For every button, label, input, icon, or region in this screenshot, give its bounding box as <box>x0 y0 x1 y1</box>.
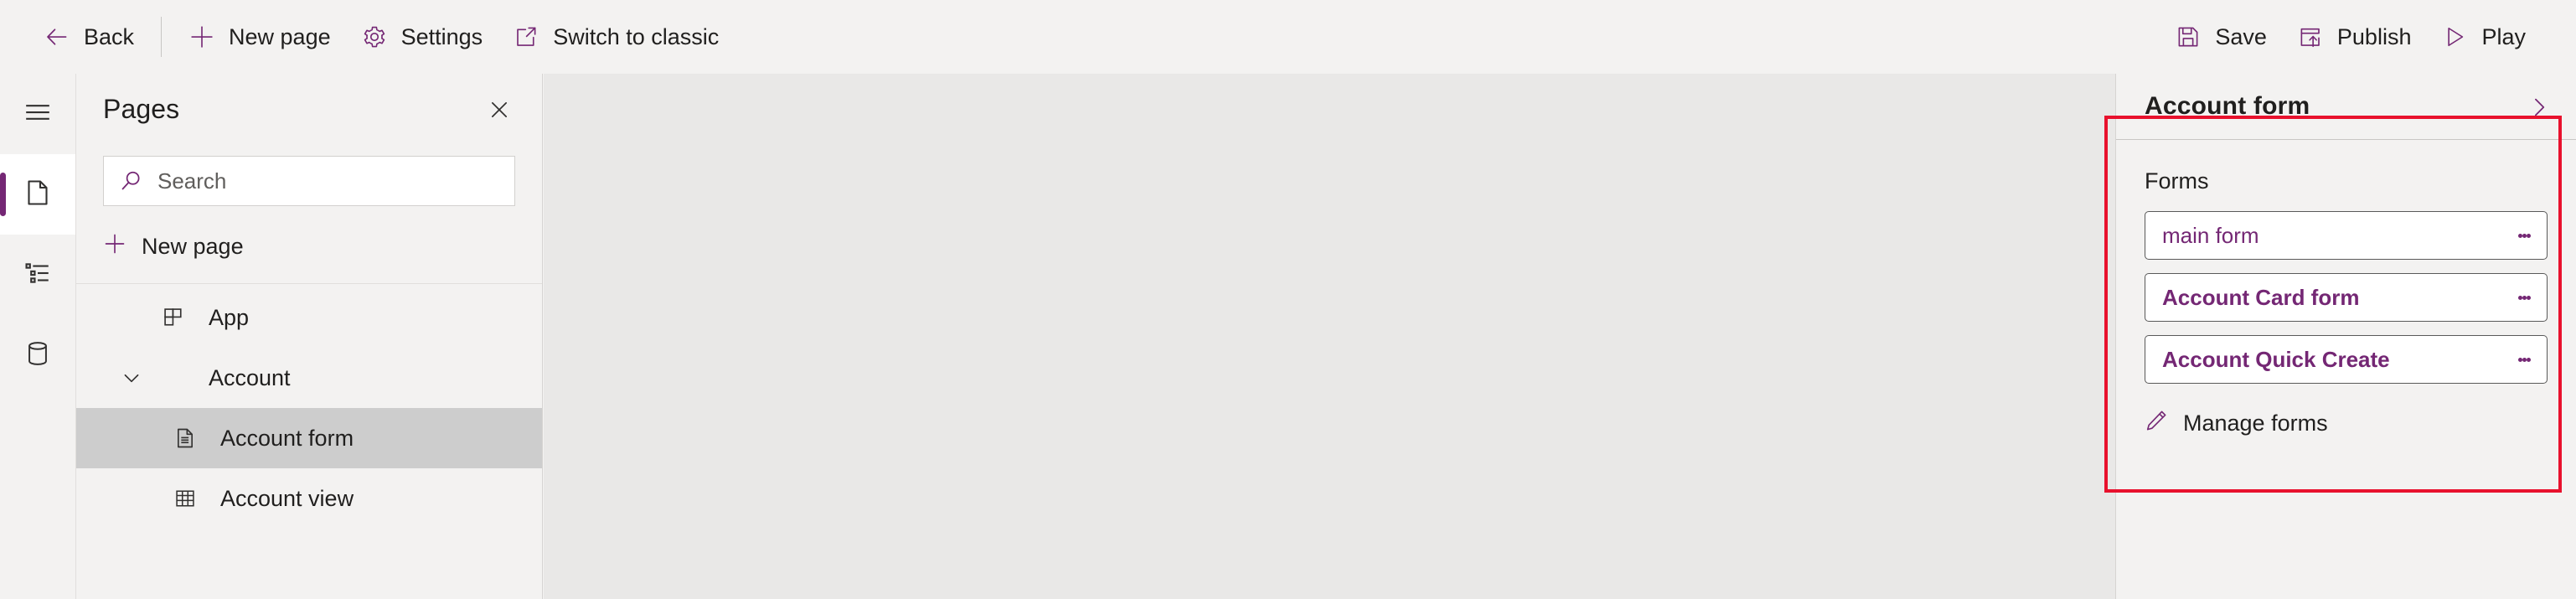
tree-item-account-label: Account <box>209 364 291 390</box>
tree-item-app-label: App <box>209 304 250 330</box>
menu-dot <box>2522 295 2527 300</box>
form-card-label: Account Card form <box>2162 284 2360 310</box>
tree-item-account-form[interactable]: Account form <box>76 408 542 468</box>
menu-dot <box>2526 233 2531 238</box>
properties-panel-header: Account form <box>2116 74 2576 139</box>
tree-item-account-view-label: Account view <box>220 485 354 511</box>
plus-icon <box>188 23 215 50</box>
tree-item-account-view[interactable]: Account view <box>76 468 542 529</box>
new-page-row-label: New page <box>142 233 244 259</box>
arrow-left-icon <box>44 23 70 50</box>
open-in-new-window-icon <box>513 23 539 50</box>
more-vertical-icon[interactable] <box>2505 336 2543 383</box>
switch-to-classic-button-label: Switch to classic <box>553 23 720 49</box>
command-bar: Back New page Settings Switch to classic… <box>0 0 2576 74</box>
publish-button[interactable]: Publish <box>2282 12 2427 62</box>
forms-section-label: Forms <box>2145 168 2209 194</box>
publish-upload-icon <box>2297 23 2324 50</box>
hamburger-menu-icon <box>23 98 52 131</box>
form-card-label: main form <box>2162 222 2259 248</box>
new-page-button-label: New page <box>229 23 331 49</box>
rail-item-menu[interactable] <box>0 74 75 154</box>
form-card-account-card-form[interactable]: Account Card form <box>2145 273 2548 322</box>
publish-button-label: Publish <box>2336 23 2412 49</box>
pages-panel-header: Pages <box>76 74 542 144</box>
form-card-label: Account Quick Create <box>2162 346 2390 372</box>
back-button-label: Back <box>84 23 135 49</box>
properties-panel-body: Forms main form Account Card form Accoun… <box>2116 140 2576 449</box>
pencil-edit-icon <box>2145 409 2168 438</box>
pages-panel: Pages Search New page App Account Accoun… <box>75 74 543 599</box>
pages-panel-title: Pages <box>103 93 180 124</box>
menu-dot <box>2526 295 2531 300</box>
back-button[interactable]: Back <box>28 12 149 62</box>
new-page-row[interactable]: New page <box>76 214 542 278</box>
manage-forms-label: Manage forms <box>2183 410 2328 436</box>
menu-dot <box>2522 233 2527 238</box>
settings-button-label: Settings <box>400 23 483 49</box>
tree-item-app[interactable]: App <box>76 287 542 348</box>
rail-item-pages[interactable] <box>0 154 75 235</box>
search-input[interactable] <box>157 157 514 205</box>
save-floppy-icon <box>2175 23 2202 50</box>
command-bar-right-group: Save Publish Play <box>2160 12 2576 62</box>
search-container <box>76 144 542 206</box>
switch-to-classic-button[interactable]: Switch to classic <box>498 12 734 62</box>
chevron-down-icon[interactable] <box>108 367 155 389</box>
gear-icon <box>361 23 388 50</box>
search-icon <box>104 168 157 194</box>
page-icon <box>23 178 53 212</box>
rail-item-navigation[interactable] <box>0 235 75 315</box>
form-card-account-quick-create[interactable]: Account Quick Create <box>2145 335 2548 384</box>
rail-item-data[interactable] <box>0 315 75 395</box>
table-grid-icon <box>167 487 204 510</box>
more-vertical-icon[interactable] <box>2505 212 2543 259</box>
more-vertical-icon[interactable] <box>2505 274 2543 321</box>
play-button[interactable]: Play <box>2426 12 2541 62</box>
design-canvas[interactable] <box>544 74 2115 599</box>
new-page-button[interactable]: New page <box>173 12 346 62</box>
menu-dot <box>2517 357 2522 362</box>
play-triangle-icon <box>2441 23 2468 50</box>
app-grid-icon <box>155 306 192 329</box>
navigation-list-icon <box>23 259 52 292</box>
properties-panel: Account form Forms main form Account Car… <box>2115 74 2576 599</box>
database-cylinder-icon <box>23 339 52 372</box>
command-bar-left-group: Back New page Settings Switch to classic <box>0 12 734 62</box>
settings-button[interactable]: Settings <box>346 12 498 62</box>
menu-dot <box>2522 357 2527 362</box>
form-card-main-form[interactable]: main form <box>2145 211 2548 260</box>
save-button-label: Save <box>2215 23 2267 49</box>
form-page-icon <box>167 426 204 450</box>
save-button[interactable]: Save <box>2160 12 2282 62</box>
close-icon[interactable] <box>480 90 519 129</box>
manage-forms-link[interactable]: Manage forms <box>2145 397 2548 449</box>
menu-dot <box>2517 233 2522 238</box>
menu-dot <box>2517 295 2522 300</box>
app-designer-window: Back New page Settings Switch to classic… <box>0 0 2576 599</box>
pages-tree: App Account Account form Account view <box>76 284 542 529</box>
left-icon-rail <box>0 74 75 599</box>
properties-panel-title: Account form <box>2145 92 2310 120</box>
search-box[interactable] <box>103 156 515 206</box>
menu-dot <box>2526 357 2531 362</box>
chevron-right-icon[interactable] <box>2517 85 2561 129</box>
tree-item-account[interactable]: Account <box>76 348 542 408</box>
plus-icon <box>103 232 126 261</box>
play-button-label: Play <box>2481 23 2526 49</box>
tree-item-account-form-label: Account form <box>220 425 354 451</box>
command-bar-divider <box>161 17 163 57</box>
